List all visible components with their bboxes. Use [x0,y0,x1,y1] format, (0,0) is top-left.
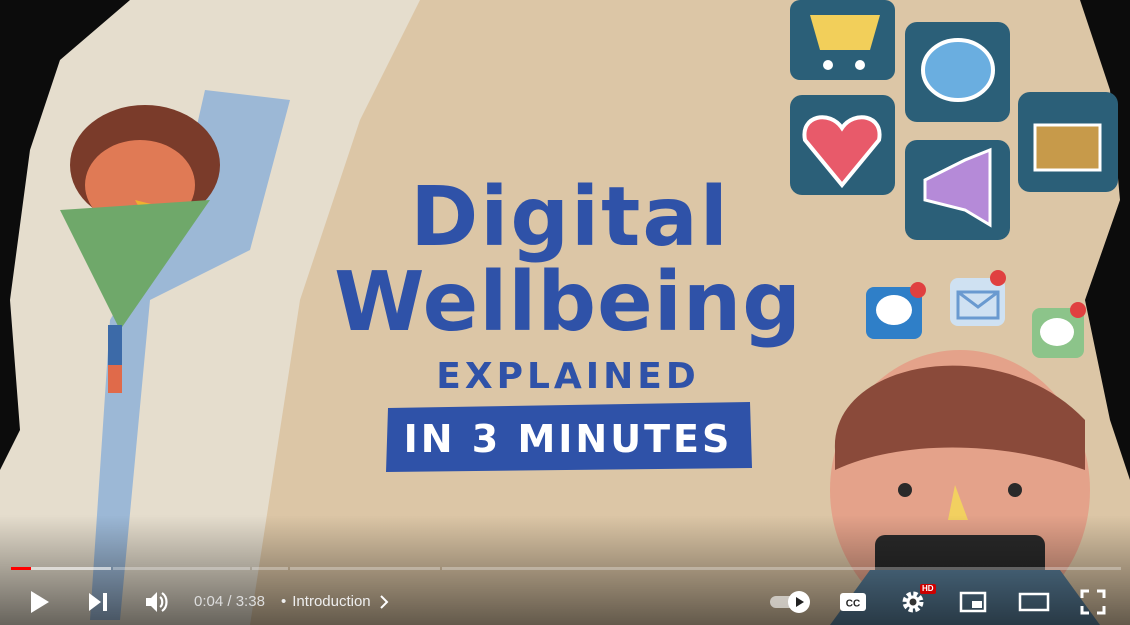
title-subtitle: EXPLAINED [436,356,700,397]
chapter-title: Introduction [292,593,371,610]
fullscreen-button[interactable] [1074,578,1112,625]
progress-bar[interactable] [11,567,1121,570]
captions-icon: CC [840,592,866,611]
title-line-2: Wellbeing [334,255,802,350]
played-fill [11,567,31,570]
volume-button[interactable] [138,578,176,625]
theater-mode-icon [1018,592,1050,611]
play-icon [31,590,49,613]
chapter-segment[interactable] [113,567,250,570]
play-button[interactable] [22,578,58,625]
svg-text:CC: CC [846,598,860,609]
volume-icon [146,591,168,612]
captions-button[interactable]: CC [834,578,872,625]
autoplay-toggle[interactable] [766,578,814,625]
fullscreen-icon [1080,589,1106,614]
chapter-segment[interactable] [442,567,1121,570]
miniplayer-button[interactable] [954,578,992,625]
current-time: 0:04 [194,593,224,610]
title-line-1: Digital [410,170,730,265]
chapter-button[interactable]: • Introduction [281,578,391,625]
player-controls: 0:04 / 3:38 • Introduction CC HD [0,578,1130,625]
title-tagline: IN 3 MINUTES [404,417,733,461]
chapter-segment[interactable] [290,567,440,570]
chapter-bullet: • [281,593,287,610]
next-icon [89,592,107,611]
duration: 3:38 [235,593,265,610]
next-button[interactable] [80,578,116,625]
chapter-segment[interactable] [252,567,288,570]
video-player[interactable]: Digital Wellbeing EXPLAINED IN 3 MINUTES… [0,0,1130,625]
miniplayer-icon [959,591,987,612]
autoplay-toggle-icon [770,590,810,613]
time-display: 0:04 / 3:38 [194,578,265,625]
chapter-segment[interactable] [11,567,111,570]
theater-mode-button[interactable] [1014,578,1054,625]
chevron-right-icon [379,594,389,609]
hd-badge: HD [920,584,936,594]
time-separator: / [223,593,236,610]
